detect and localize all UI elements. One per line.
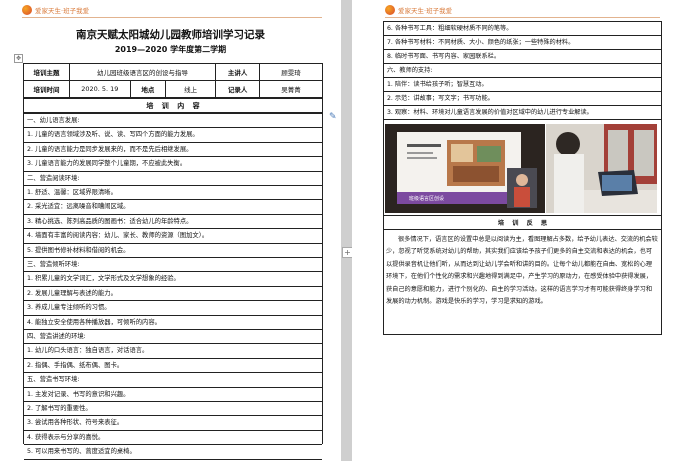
- school-logo-icon: [385, 5, 395, 15]
- training-slide-photo: 班级语言区创设: [385, 124, 545, 213]
- content-line: 1. 儿童的语言领域涉及听、说、读、写四个方面的能力发展。: [24, 128, 322, 143]
- school-logo-icon: [22, 5, 32, 15]
- content-line: 4. 获得表示与分享的喜悦。: [24, 431, 322, 446]
- content-lines: 一、幼儿语言发展: 1. 儿童的语言领域涉及听、说、读、写四个方面的能力发展。 2.…: [23, 113, 323, 460]
- slide-caption: 班级语言区创设: [409, 195, 444, 202]
- content-line: 4. 能独立安全使用各种播放器，可倾听的内容。: [24, 316, 322, 330]
- reflection-text: 很多情况下，语言区的设置中总是以阅读为主，看图理解占多数，给予幼儿表达、交流的机…: [386, 236, 658, 306]
- page-gutter: [341, 0, 352, 461]
- teacher-photo: [546, 124, 657, 213]
- content-line: 1. 积累儿童的文学词汇，文学形式及文学想象的经验。: [24, 272, 322, 287]
- content-line: 二、营造阅读环境:: [24, 172, 322, 186]
- document-page-left: 爱家天生·班子我爱 南京天赋太阳城幼儿园教师培训学习记录 2019—2020 学…: [0, 0, 341, 461]
- time-label: 培训时间: [23, 80, 70, 98]
- content-line: 1. 陪伴：读书给孩子听；智慧互动。: [384, 78, 661, 92]
- content-line: 四、营造讲述的环境:: [24, 330, 322, 345]
- content-line: 2. 示范：讲故事；写文字；书写功能。: [384, 92, 661, 106]
- header-logo-text: 爱家天生·班子我爱: [35, 7, 90, 15]
- content-line: 5. 提供图书修补材料和借阅的机会。: [24, 244, 322, 258]
- content-line: 8. 临时书写面、书写内容、家园联系栏。: [384, 50, 661, 64]
- header-logo: 爱家天生·班子我爱: [22, 4, 89, 16]
- content-heading: 培 训 内 容: [23, 98, 323, 113]
- content-line: 一、幼儿语言发展:: [24, 114, 322, 129]
- header-logo-text: 爱家天生·班子我爱: [398, 7, 453, 15]
- comment-icon[interactable]: ✎: [329, 112, 338, 123]
- content-line: 7. 各种书写材料：不同材质、大小、颜色的纸张；一些特殊的材料。: [384, 36, 661, 50]
- content-line: 五、营造书写环境:: [24, 373, 322, 388]
- content-line: 三、营造倾听环境:: [24, 258, 322, 273]
- content-line: 1. 主发对记录、书写的意识和兴趣。: [24, 388, 322, 402]
- header-rule: [385, 17, 660, 18]
- header-logo-right: 爱家天生·班子我爱: [385, 4, 452, 16]
- host-label: 主讲人: [215, 63, 260, 81]
- place-value: 线上: [164, 80, 217, 98]
- reflection-heading: 培 训 反 思: [383, 215, 662, 230]
- recorder-label: 记录人: [215, 80, 260, 98]
- content-line: 六、教师的支持:: [384, 64, 661, 78]
- info-table: 培训主题 幼儿园班级语言区的创设与指导 主讲人 顾雯琦 培训时间 2020. 5…: [23, 63, 324, 98]
- content-line: 3. 养成儿童专注倾听的习惯。: [24, 301, 322, 316]
- table-move-handle-icon[interactable]: ✥: [14, 54, 23, 63]
- topic-value: 幼儿园班级语言区的创设与指导: [68, 63, 217, 81]
- place-label: 地点: [129, 80, 167, 98]
- time-value: 2020. 5. 19: [68, 80, 131, 98]
- header-rule: [22, 17, 322, 18]
- topic-label: 培训主题: [23, 63, 70, 81]
- content-line: 2. 采光适宜：远离噪音和嘈闹区域。: [24, 200, 322, 215]
- content-line: 1. 幼儿的口头语言：独自语言，对话语言。: [24, 344, 322, 359]
- content-line: 3. 儿童语言能力的发展同学整个儿童期，不应被此失衡。: [24, 157, 322, 172]
- content-line: 2. 指偶、手指偶、纸布偶、图卡。: [24, 359, 322, 374]
- document-title: 南京天赋太阳城幼儿园教师培训学习记录: [76, 29, 265, 41]
- content-line: 6. 各种书写工具：粗细软硬材质不同的笔等。: [384, 22, 661, 36]
- content-line: 2. 儿童的语言能力是同步发展来的，而不是先后相继发展。: [24, 143, 322, 158]
- content-line: 3. 精心挑选、陈列高品质的图画书：适合幼儿的年龄特点。: [24, 215, 322, 230]
- content-line: 3. 尝试用各种形状、符号来表征。: [24, 416, 322, 431]
- host-value: 顾雯琦: [258, 63, 324, 81]
- content-line: 2. 发展儿童理解与表述的能力。: [24, 287, 322, 302]
- document-subtitle: 2019—2020 学年度第二学期: [114, 45, 227, 54]
- content-line: 5. 可以用来书写的、蒿度适宜的桌椅。: [24, 445, 322, 460]
- content-line: 3. 观察：材料、环境对儿童语言发展的价值对区域中的幼儿进行专业解读。: [384, 106, 661, 120]
- content-line: 2. 了解书写的重要性。: [24, 402, 322, 417]
- content-line: 4. 墙面有丰富的阅读内容：幼儿、家长、教师的资源（图加文）。: [24, 229, 322, 244]
- recorder-value: 吴菁菁: [258, 80, 324, 98]
- content-line: 1. 舒适、温馨：区域界限清晰。: [24, 186, 322, 201]
